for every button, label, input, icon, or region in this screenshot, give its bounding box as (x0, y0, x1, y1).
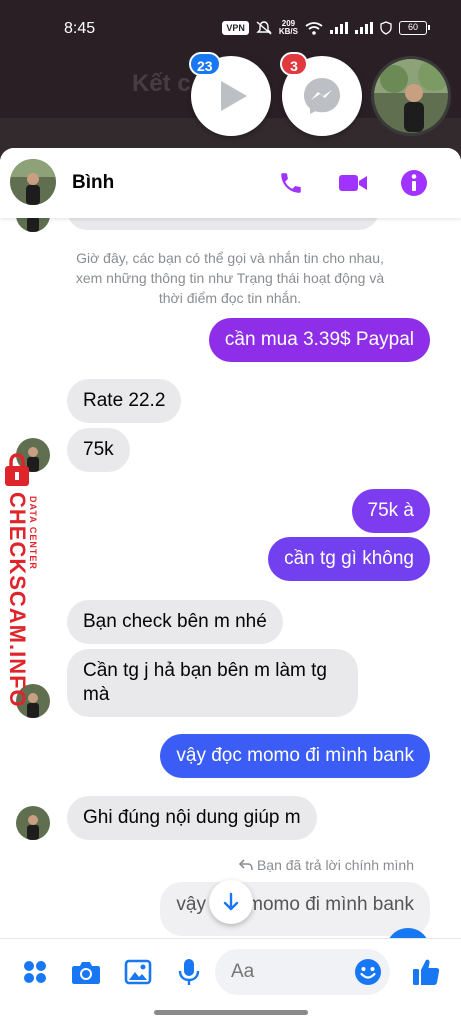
info-icon[interactable] (399, 168, 429, 198)
phone-icon[interactable] (276, 168, 306, 198)
message-bubble-incoming[interactable]: Rate 22.2 (67, 379, 182, 423)
video-icon[interactable] (338, 168, 368, 198)
message-bubble-outgoing[interactable]: vậy đọc momo đi mình bank (160, 734, 430, 778)
watermark: CHECKSCAM.INFO DATA CENTER (0, 452, 40, 708)
message-list[interactable]: Giờ đây, các bạn có thể gọi và nhắn tin … (0, 218, 461, 938)
message-bubble-incoming[interactable]: 75k (67, 428, 130, 472)
quoted-message[interactable]: vậy đọc momo đi mình bank (160, 882, 430, 936)
reply-icon (238, 859, 253, 871)
unread-badge: 23 (189, 52, 221, 76)
network-speed: 209 KB/S (279, 20, 298, 36)
wifi-icon (305, 21, 323, 35)
camera-icon[interactable] (71, 957, 101, 987)
watermark-sub: DATA CENTER (28, 496, 38, 570)
image-icon[interactable] (123, 957, 153, 987)
messenger-icon (304, 78, 340, 114)
chat-head-messenger[interactable]: 3 (280, 52, 362, 136)
message-bubble-clipped[interactable] (67, 218, 379, 230)
message-bubble-incoming[interactable]: Bạn check bên m nhé (67, 600, 283, 644)
contact-name[interactable]: Bình (72, 172, 114, 194)
signal-icon-2 (355, 22, 373, 34)
arrow-down-icon (223, 892, 239, 911)
message-bubble-outgoing[interactable]: cần mua 3.39$ Paypal (208, 318, 430, 362)
avatar (16, 806, 50, 840)
vpn-badge: VPN (222, 21, 249, 35)
reply-note-text: Bạn đã trả lời chính mình (256, 857, 414, 873)
background-app-title: Kết c (132, 70, 191, 97)
composer (0, 938, 461, 1008)
status-icons: VPN 209 KB/S 60 (222, 20, 430, 36)
avatar (16, 218, 50, 232)
unread-badge: 3 (280, 52, 308, 76)
mute-icon (256, 21, 272, 35)
status-bar: 8:45 VPN 209 KB/S 60 (0, 0, 461, 58)
reply-note: Bạn đã trả lời chính mình (238, 857, 414, 873)
system-note: Giờ đây, các bạn có thể gọi và nhắn tin … (75, 250, 385, 306)
chat-header: Bình (0, 148, 461, 218)
message-bubble-incoming[interactable]: Ghi đúng nội dung giúp m (67, 796, 317, 840)
lock-icon (5, 453, 29, 486)
play-icon (221, 81, 247, 111)
chat-window: Bình Giờ đây, các bạn có thể gọi và nhắn… (0, 148, 461, 1024)
menu-dots-icon[interactable] (20, 957, 50, 987)
like-icon[interactable] (411, 957, 441, 987)
shield-icon (380, 21, 392, 35)
mic-icon[interactable] (174, 957, 204, 987)
network-speed-unit: KB/S (278, 27, 298, 36)
emoji-icon[interactable] (353, 957, 383, 987)
battery-icon: 60 (399, 21, 430, 35)
message-bubble-outgoing[interactable]: cần tg gì không (268, 537, 430, 581)
status-time: 8:45 (64, 20, 96, 37)
signal-icon (330, 22, 348, 34)
message-bubble-outgoing[interactable]: 75k à (351, 489, 430, 533)
chat-head-avatar[interactable] (371, 56, 451, 136)
message-bubble-incoming[interactable]: Cần tg j hả bạn bên m làm tg mà (67, 649, 358, 717)
chat-head-video[interactable]: 23 (189, 52, 271, 136)
avatar[interactable] (10, 159, 56, 205)
scroll-down-button[interactable] (209, 880, 253, 924)
watermark-brand: CHECKSCAM.INFO (5, 492, 30, 708)
home-indicator[interactable] (154, 1010, 308, 1015)
